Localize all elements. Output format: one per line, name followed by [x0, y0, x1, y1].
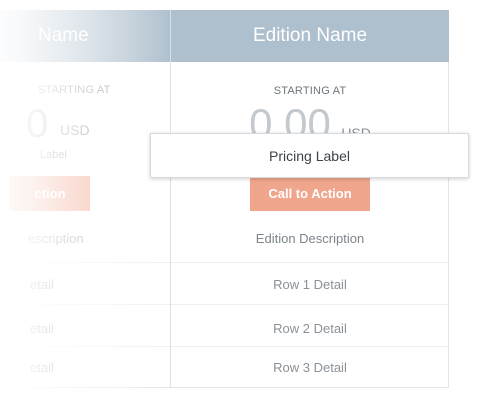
row-divider: [171, 346, 449, 347]
starting-at-label-left: STARTING AT: [38, 84, 111, 96]
call-to-action-button-left[interactable]: ction: [10, 176, 90, 211]
pricing-label-tooltip[interactable]: Pricing Label: [150, 133, 469, 178]
edition-description-left: escription: [28, 231, 84, 246]
edition-description[interactable]: Edition Description: [171, 231, 449, 246]
row-detail[interactable]: Row 1 Detail: [171, 277, 449, 292]
pricing-table-editor: Name STARTING AT 0 USD Label ction escri…: [0, 0, 480, 400]
edition-header[interactable]: Edition Name: [171, 10, 449, 62]
currency-label-left: USD: [60, 122, 90, 138]
edition-header-left[interactable]: Name: [0, 10, 170, 62]
row-divider: [0, 304, 170, 305]
starting-at-label: STARTING AT: [273, 85, 347, 97]
call-to-action-button[interactable]: Call to Action: [250, 176, 370, 211]
row-detail[interactable]: Row 3 Detail: [171, 360, 449, 375]
row-detail-left: etail: [30, 360, 54, 375]
edition-column-left[interactable]: Name STARTING AT 0 USD Label ction escri…: [0, 10, 170, 388]
row-divider: [171, 262, 449, 263]
price-value-left[interactable]: 0: [26, 102, 48, 147]
row-divider: [171, 304, 449, 305]
edition-column[interactable]: Edition Name STARTING AT 0.00 USD Call t…: [171, 10, 449, 388]
row-divider: [0, 346, 170, 347]
row-divider: [0, 262, 170, 263]
row-detail[interactable]: Row 2 Detail: [171, 321, 449, 336]
row-detail-left: etail: [30, 321, 54, 336]
row-detail-left: etail: [30, 277, 54, 292]
pricing-label-left: Label: [40, 149, 67, 161]
